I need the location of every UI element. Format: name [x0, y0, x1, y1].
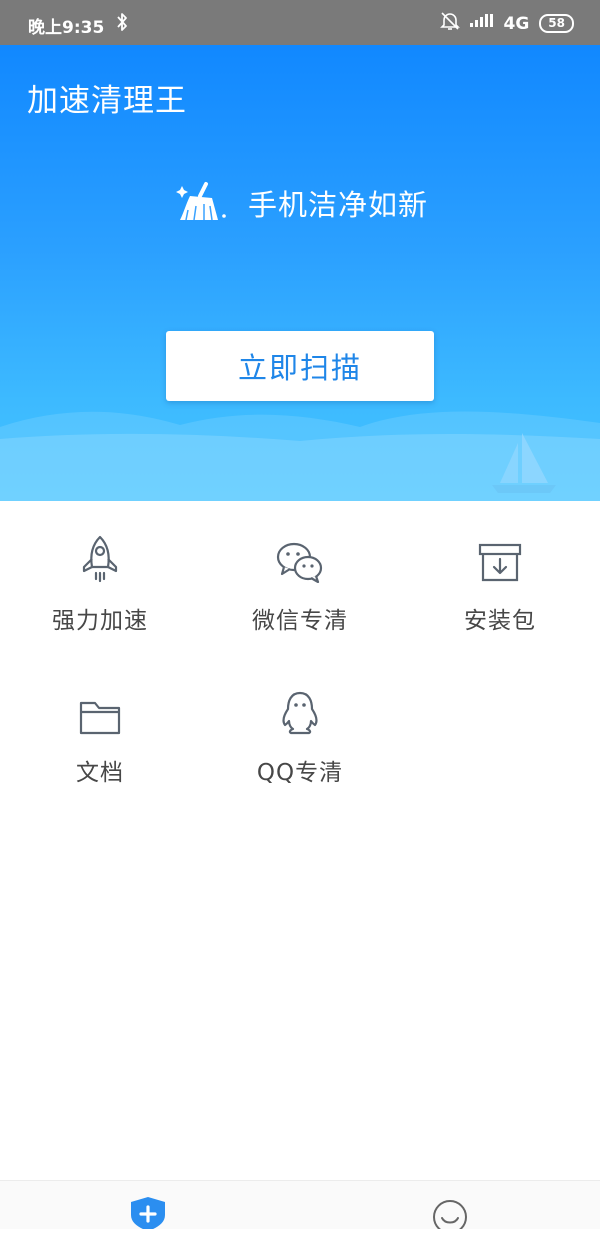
- status-time: 晚上9:35: [28, 18, 105, 38]
- hero-banner: 加速清理王 手机洁净如新 立即扫描: [0, 45, 600, 501]
- rocket-icon: [80, 535, 120, 587]
- battery-icon: 58: [539, 14, 574, 33]
- signal-icon: [469, 13, 494, 34]
- sea-sailboat-illustration: [0, 411, 600, 501]
- slogan-row: 手机洁净如新: [176, 180, 428, 226]
- feature-boost[interactable]: 强力加速: [0, 501, 200, 641]
- feature-label: 安装包: [464, 608, 536, 634]
- feature-label: 文档: [76, 760, 124, 786]
- wechat-icon: [276, 541, 324, 587]
- feature-documents[interactable]: 文档: [0, 653, 200, 793]
- bluetooth-icon: [116, 12, 128, 37]
- mute-bell-icon: [439, 11, 460, 36]
- package-box-icon: [478, 543, 522, 587]
- status-bar: 晚上9:35 4G 58: [0, 0, 600, 45]
- feature-label: 微信专清: [252, 608, 348, 634]
- feature-wechat-clean[interactable]: 微信专清: [200, 501, 400, 641]
- battery-level: 58: [548, 16, 565, 30]
- feature-label: QQ专清: [256, 760, 344, 786]
- app-title: 加速清理王: [27, 83, 187, 119]
- feature-install-package[interactable]: 安装包: [400, 501, 600, 641]
- feature-label: 强力加速: [52, 608, 148, 634]
- bottom-nav: [0, 1180, 600, 1233]
- qq-penguin-icon: [280, 691, 320, 739]
- slogan-text: 手机洁净如新: [248, 188, 429, 222]
- folder-icon: [79, 699, 121, 739]
- broom-icon: [176, 180, 228, 226]
- network-type: 4G: [503, 13, 530, 34]
- feature-qq-clean[interactable]: QQ专清: [200, 653, 400, 793]
